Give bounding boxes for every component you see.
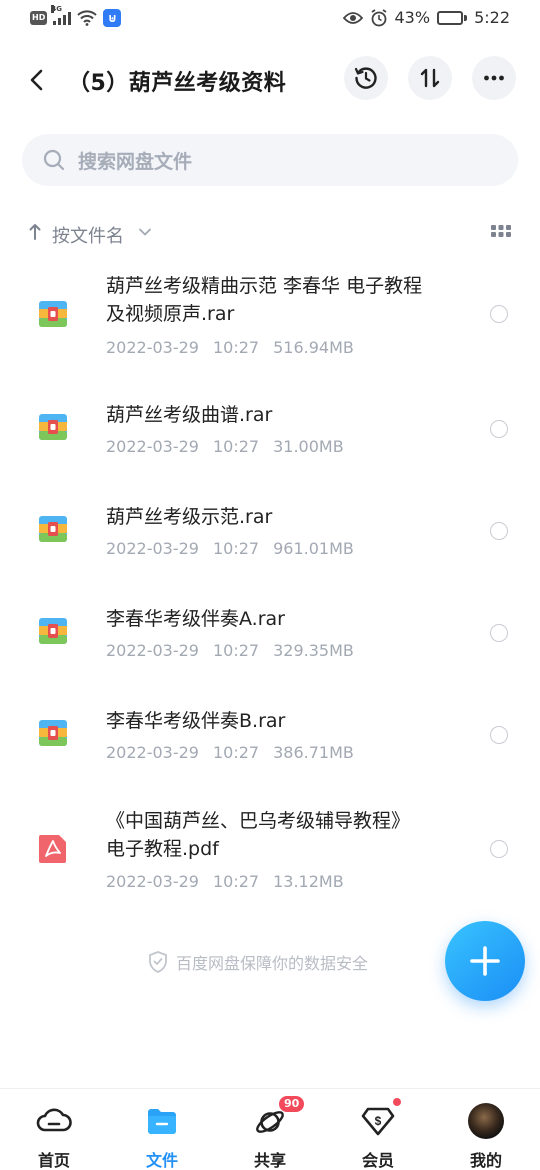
plus-icon	[470, 946, 500, 976]
file-meta: 2022-03-29 10:27 386.71MB	[106, 743, 354, 762]
pdf-file-icon	[39, 835, 66, 863]
nav-profile[interactable]: 我的	[450, 1103, 522, 1170]
alarm-icon	[371, 8, 386, 26]
nav-share[interactable]: 90 共享	[234, 1095, 306, 1170]
nav-home[interactable]: 首页	[18, 1103, 90, 1170]
vip-dollar-icon: $	[361, 1107, 395, 1136]
app-notification-icon: ⊎	[103, 9, 122, 27]
clock: 5:22	[474, 8, 510, 27]
search-placeholder: 搜索网盘文件	[78, 150, 193, 173]
header-bar: （5）葫芦丝考级资料	[0, 52, 540, 108]
file-name: 李春华考级伴奏B.rar	[106, 710, 286, 732]
sort-by-name-button[interactable]: 按文件名	[52, 222, 124, 248]
vip-notification-dot	[392, 1097, 402, 1107]
nav-vip[interactable]: $ 会员	[342, 1097, 414, 1170]
archive-file-icon	[39, 301, 67, 327]
select-checkbox[interactable]	[490, 305, 508, 323]
file-list-item[interactable]: 李春华考级伴奏B.rar 2022-03-29 10:27 386.71MB	[0, 670, 540, 772]
file-meta: 2022-03-29 10:27 329.35MB	[106, 641, 354, 660]
file-list-item[interactable]: 李春华考级伴奏A.rar 2022-03-29 10:27 329.35MB	[0, 568, 540, 670]
chevron-down-icon[interactable]	[138, 226, 152, 238]
file-meta: 2022-03-29 10:27 31.00MB	[106, 437, 344, 456]
battery-icon	[437, 10, 468, 25]
page-title: （5）葫芦丝考级资料	[68, 71, 287, 96]
file-list-item[interactable]: 《中国葫芦丝、巴乌考级辅导教程》 电子教程.pdf 2022-03-29 10:27…	[0, 772, 540, 902]
security-note: 百度网盘保障你的数据安全	[148, 950, 368, 974]
archive-file-icon	[39, 516, 67, 542]
file-name: 葫芦丝考级精曲示范 李春华 电子教程 及视频原声.rar	[106, 275, 423, 325]
search-icon	[43, 149, 65, 171]
archive-file-icon	[39, 414, 67, 440]
sort-toggle-icon	[420, 68, 440, 88]
wifi-icon	[77, 10, 98, 26]
sort-row: 按文件名	[28, 218, 512, 250]
file-name: 李春华考级伴奏A.rar	[106, 608, 285, 630]
eye-icon	[342, 11, 363, 24]
file-name: 《中国葫芦丝、巴乌考级辅导教程》 电子教程.pdf	[106, 810, 411, 860]
history-icon	[354, 67, 377, 89]
file-list-item[interactable]: 葫芦丝考级曲谱.rar 2022-03-29 10:27 31.00MB	[0, 364, 540, 466]
file-meta: 2022-03-29 10:27 516.94MB	[106, 338, 354, 357]
sort-toggle-button[interactable]	[408, 56, 452, 100]
share-badge: 90	[278, 1095, 306, 1113]
home-cloud-icon	[36, 1108, 72, 1132]
grid-view-icon[interactable]	[490, 224, 512, 238]
file-list-item[interactable]: 葫芦丝考级精曲示范 李春华 电子教程 及视频原声.rar 2022-03-29 10…	[0, 258, 540, 364]
back-button[interactable]	[20, 62, 56, 98]
avatar	[468, 1103, 504, 1139]
select-checkbox[interactable]	[490, 420, 508, 438]
archive-file-icon	[39, 618, 67, 644]
file-name: 葫芦丝考级示范.rar	[106, 506, 273, 528]
file-list-item[interactable]: 葫芦丝考级示范.rar 2022-03-29 10:27 961.01MB	[0, 466, 540, 568]
back-arrow-icon	[30, 69, 43, 91]
folder-icon	[148, 1109, 176, 1134]
select-checkbox[interactable]	[490, 840, 508, 858]
search-input[interactable]: 搜索网盘文件	[22, 134, 518, 186]
shield-icon	[149, 951, 167, 973]
signal-icon: 4G	[51, 5, 72, 25]
file-name: 葫芦丝考级曲谱.rar	[106, 404, 273, 426]
select-checkbox[interactable]	[490, 522, 508, 540]
hd-indicator: HD	[30, 11, 48, 25]
more-button[interactable]	[472, 56, 516, 100]
more-icon	[484, 75, 504, 81]
select-checkbox[interactable]	[490, 726, 508, 744]
battery-percent: 43%	[394, 8, 431, 27]
sort-direction-icon[interactable]	[28, 222, 42, 242]
history-button[interactable]	[344, 56, 388, 100]
file-meta: 2022-03-29 10:27 13.12MB	[106, 872, 344, 891]
svg-text:$: $	[375, 1114, 382, 1128]
nav-files[interactable]: 文件	[126, 1103, 198, 1170]
add-button[interactable]	[445, 921, 525, 1001]
archive-file-icon	[39, 720, 67, 746]
bottom-navigation: 首页 文件 90 共享 $ 会员 我的	[0, 1088, 540, 1170]
status-bar: HD 4G ⊎ 43% 5:22	[0, 0, 540, 40]
file-meta: 2022-03-29 10:27 961.01MB	[106, 539, 354, 558]
select-checkbox[interactable]	[490, 624, 508, 642]
file-list: 葫芦丝考级精曲示范 李春华 电子教程 及视频原声.rar 2022-03-29 10…	[0, 258, 540, 902]
